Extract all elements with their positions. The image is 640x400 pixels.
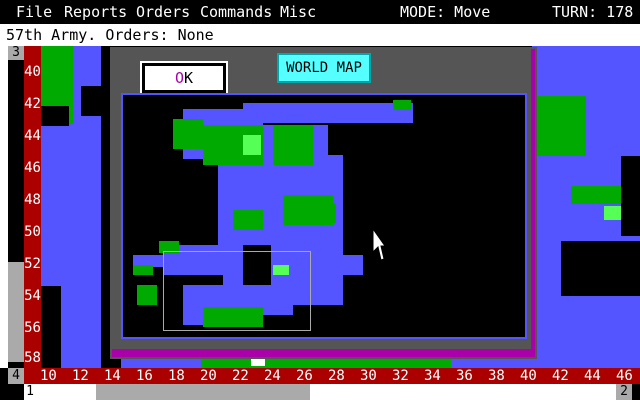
col-label: 30	[360, 368, 377, 384]
col-label: 24	[264, 368, 281, 384]
menu-orders[interactable]: Orders	[136, 0, 190, 24]
world-minimap[interactable]	[121, 93, 527, 339]
ok-label: K	[184, 69, 194, 87]
row-label: 46	[24, 160, 41, 176]
unit-status-text: 57th Army. Orders: None	[6, 26, 214, 44]
row-label: 44	[24, 128, 41, 144]
col-label: 44	[584, 368, 601, 384]
col-label: 26	[296, 368, 313, 384]
horizontal-scroll-thumb[interactable]	[96, 384, 310, 400]
corner-top-left: 3	[8, 46, 24, 60]
row-label: 50	[24, 224, 41, 240]
ok-button[interactable]: OK	[142, 63, 226, 93]
col-label: 38	[488, 368, 505, 384]
status-line: 57th Army. Orders: None	[0, 24, 640, 46]
col-label: 36	[456, 368, 473, 384]
col-label: 16	[136, 368, 153, 384]
turn-counter: TURN: 178	[552, 3, 634, 21]
row-label: 54	[24, 288, 41, 304]
row-label: 40	[24, 64, 41, 80]
menu-commands[interactable]: Commands	[200, 0, 272, 24]
col-label: 32	[392, 368, 409, 384]
corner-bottom-right: 2	[616, 384, 632, 400]
mode-indicator: MODE: Move	[400, 3, 491, 21]
col-label: 12	[72, 368, 89, 384]
menu-bar: File Reports Orders Commands Misc MODE: …	[0, 0, 640, 24]
dialog-title: WORLD MAP	[277, 53, 371, 83]
vertical-scroll-thumb[interactable]	[8, 262, 24, 362]
menu-reports[interactable]: Reports	[64, 0, 127, 24]
corner-bottom-left: 4	[8, 368, 24, 384]
col-label: 22	[232, 368, 249, 384]
column-labels: 10 12 14 16 18 20 22 24 26 28 30 32 34 3…	[24, 368, 640, 384]
ok-hotkey: O	[174, 69, 184, 87]
world-map-dialog: OK WORLD MAP	[110, 47, 537, 359]
left-border	[0, 46, 8, 368]
row-label: 56	[24, 320, 41, 336]
col-label: 10	[40, 368, 57, 384]
row-label: 52	[24, 256, 41, 272]
corner-bottom-left-2: 1	[24, 384, 36, 400]
menu-file[interactable]: File	[16, 0, 52, 24]
col-label: 20	[200, 368, 217, 384]
row-labels: 40 42 44 46 48 50 52 54 56 58	[24, 46, 41, 368]
col-label: 14	[104, 368, 121, 384]
row-label: 58	[24, 350, 41, 366]
col-label: 42	[552, 368, 569, 384]
arrow-cursor-icon	[372, 228, 386, 261]
col-label: 40	[520, 368, 537, 384]
col-label: 34	[424, 368, 441, 384]
row-label: 42	[24, 96, 41, 112]
viewport-frame[interactable]	[163, 251, 311, 331]
dialog-body: OK WORLD MAP	[112, 49, 531, 349]
menu-misc[interactable]: Misc	[280, 0, 316, 24]
col-label: 18	[168, 368, 185, 384]
col-label: 28	[328, 368, 345, 384]
col-label: 46	[616, 368, 633, 384]
row-label: 48	[24, 192, 41, 208]
